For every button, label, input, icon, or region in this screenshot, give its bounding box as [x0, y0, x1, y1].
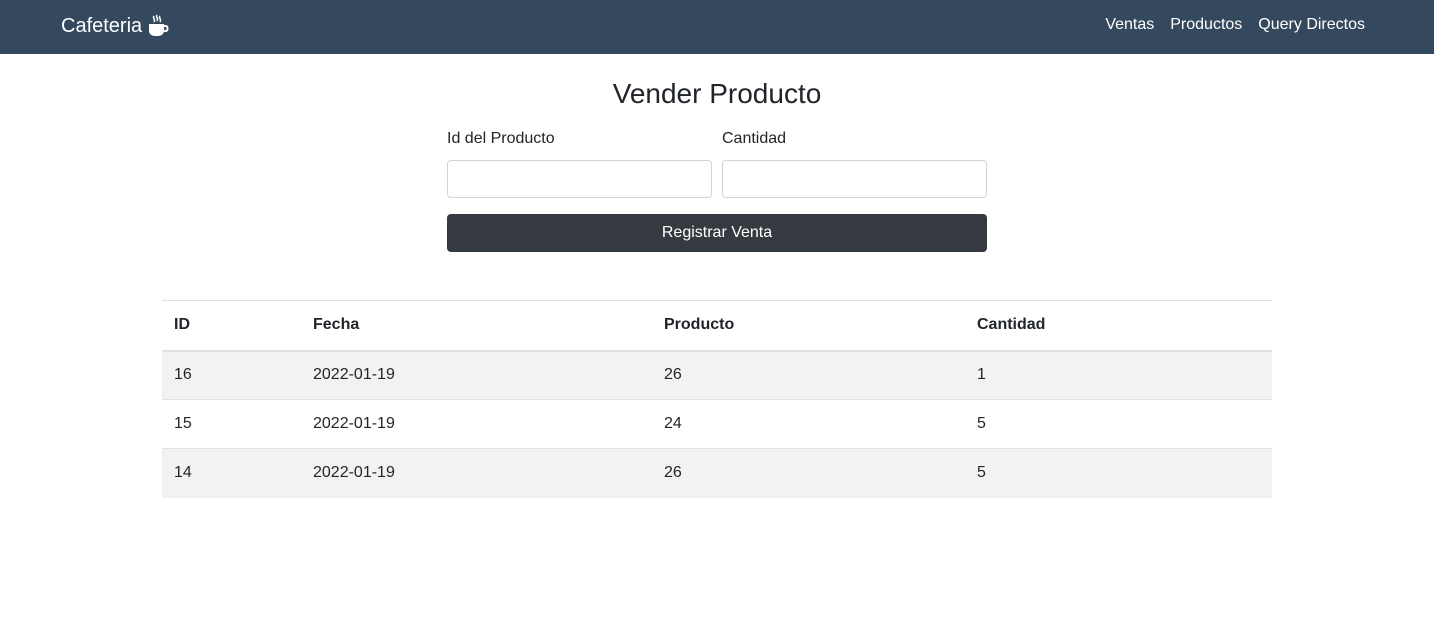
navbar: Cafeteria Ventas Productos Query Directo…: [0, 0, 1434, 54]
cell-cantidad: 5: [977, 415, 986, 432]
nav-links: Ventas Productos Query Directos: [1105, 15, 1365, 35]
coffee-cup-icon: [147, 14, 169, 38]
nav-link-productos[interactable]: Productos: [1170, 15, 1242, 35]
header-fecha: Fecha: [313, 316, 360, 334]
header-id: ID: [174, 316, 190, 334]
cell-fecha: 2022-01-19: [313, 415, 395, 432]
cell-id: 14: [174, 464, 192, 482]
sale-form: Id del Producto Cantidad Registrar Venta: [447, 128, 987, 252]
cell-fecha: 2022-01-19: [313, 464, 395, 482]
brand-link[interactable]: Cafeteria: [61, 13, 169, 39]
cell-producto: 26: [664, 366, 682, 384]
cell-producto: 24: [664, 415, 682, 432]
quantity-label: Cantidad: [722, 130, 787, 147]
cell-cantidad: 1: [977, 366, 986, 384]
cell-fecha: 2022-01-19: [313, 366, 395, 384]
cell-cantidad: 5: [977, 464, 986, 482]
table-header-row: ID Fecha Producto Cantidad: [162, 300, 1272, 351]
sales-table: ID Fecha Producto Cantidad 16 2022-01-19…: [162, 300, 1272, 498]
header-producto: Producto: [664, 316, 735, 334]
register-sale-button[interactable]: Registrar Venta: [447, 214, 987, 252]
cell-id: 15: [174, 415, 192, 432]
quantity-group: Cantidad: [722, 128, 987, 198]
sales-table-container: ID Fecha Producto Cantidad 16 2022-01-19…: [162, 300, 1272, 498]
header-cantidad: Cantidad: [977, 316, 1046, 334]
table-row: 15 2022-01-19 24 5: [162, 399, 1272, 449]
brand-name: Cafeteria: [61, 15, 143, 37]
product-id-label: Id del Producto: [447, 130, 555, 147]
product-id-group: Id del Producto: [447, 128, 712, 198]
table-row: 14 2022-01-19 26 5: [162, 448, 1272, 498]
product-id-input[interactable]: [447, 160, 712, 198]
page-title: Vender Producto: [612, 78, 822, 109]
table-row: 16 2022-01-19 26 1: [162, 350, 1272, 400]
cell-id: 16: [174, 366, 192, 384]
quantity-input[interactable]: [722, 160, 987, 198]
nav-link-query-directos[interactable]: Query Directos: [1258, 15, 1365, 35]
cell-producto: 26: [664, 464, 682, 482]
nav-link-ventas[interactable]: Ventas: [1105, 15, 1154, 35]
